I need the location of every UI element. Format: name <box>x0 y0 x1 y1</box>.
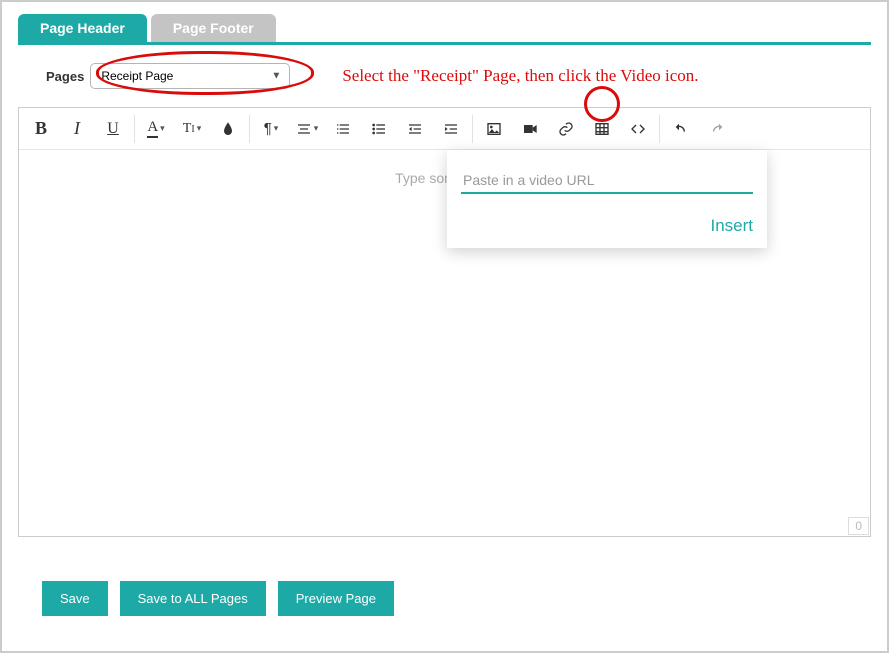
ordered-list-icon <box>335 121 351 137</box>
unordered-list-button[interactable] <box>361 111 397 147</box>
undo-icon <box>673 121 689 137</box>
insert-button[interactable]: Insert <box>710 216 753 235</box>
font-color-button[interactable]: A <box>138 111 174 147</box>
rich-text-editor: B I U A TI ¶ <box>18 107 871 537</box>
tab-bar: Page Header Page Footer <box>18 14 871 45</box>
video-button[interactable] <box>512 111 548 147</box>
preview-page-button[interactable]: Preview Page <box>278 581 394 616</box>
redo-icon <box>709 121 725 137</box>
character-count: 0 <box>848 517 869 535</box>
undo-button[interactable] <box>663 111 699 147</box>
align-icon <box>296 121 312 137</box>
video-url-input[interactable] <box>461 168 753 194</box>
bold-button[interactable]: B <box>23 111 59 147</box>
paragraph-format-button[interactable]: ¶ <box>253 111 289 147</box>
droplet-icon <box>220 121 236 137</box>
video-icon <box>522 121 538 137</box>
align-button[interactable] <box>289 111 325 147</box>
editor-toolbar: B I U A TI ¶ <box>19 108 870 150</box>
outdent-button[interactable] <box>397 111 433 147</box>
ordered-list-button[interactable] <box>325 111 361 147</box>
code-icon <box>630 121 646 137</box>
video-url-popup: Insert <box>447 150 767 248</box>
tab-page-footer[interactable]: Page Footer <box>151 14 276 42</box>
page-select[interactable] <box>90 63 290 89</box>
code-view-button[interactable] <box>620 111 656 147</box>
pages-label: Pages <box>46 69 84 84</box>
footer-actions: Save Save to ALL Pages Preview Page <box>42 581 871 616</box>
outdent-icon <box>407 121 423 137</box>
image-button[interactable] <box>476 111 512 147</box>
save-button[interactable]: Save <box>42 581 108 616</box>
link-icon <box>558 121 574 137</box>
annotation-text: Select the "Receipt" Page, then click th… <box>342 66 698 86</box>
italic-button[interactable]: I <box>59 111 95 147</box>
image-icon <box>486 121 502 137</box>
table-button[interactable] <box>584 111 620 147</box>
indent-icon <box>443 121 459 137</box>
font-size-button[interactable]: TI <box>174 111 210 147</box>
unordered-list-icon <box>371 121 387 137</box>
redo-button[interactable] <box>699 111 735 147</box>
underline-button[interactable]: U <box>95 111 131 147</box>
editor-body[interactable]: Type something Insert 0 <box>19 150 870 536</box>
tab-page-header[interactable]: Page Header <box>18 14 147 42</box>
clear-formatting-button[interactable] <box>210 111 246 147</box>
save-all-button[interactable]: Save to ALL Pages <box>120 581 266 616</box>
link-button[interactable] <box>548 111 584 147</box>
indent-button[interactable] <box>433 111 469 147</box>
table-icon <box>594 121 610 137</box>
